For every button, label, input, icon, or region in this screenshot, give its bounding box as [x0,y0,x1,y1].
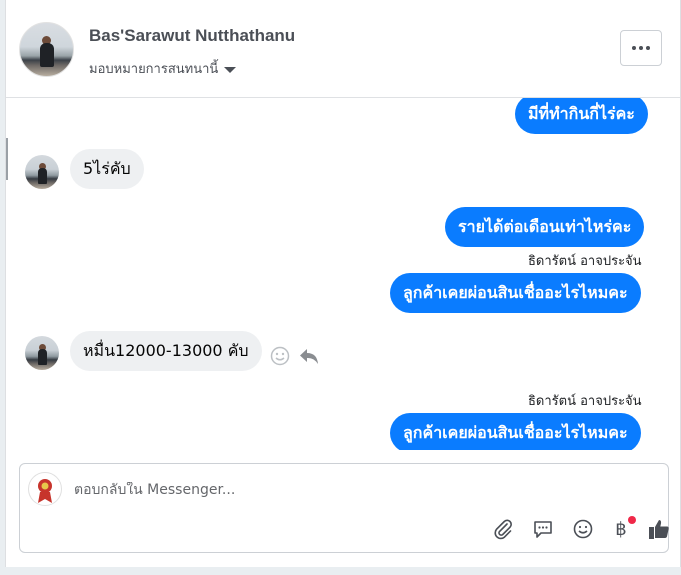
contact-avatar[interactable] [25,155,59,189]
conversation-panel: Bas'Sarawut Nutthathanu มอบหมายการสนทนาน… [5,0,681,567]
assign-label: มอบหมายการสนทนานี้ [89,61,219,76]
smiley-icon[interactable] [270,346,290,366]
reply-icon[interactable] [298,346,320,366]
sender-name: ธิดารัตน์ อาจประจัน [528,394,642,409]
more-options-button[interactable] [620,30,662,66]
emoji-button[interactable] [570,516,596,542]
message-list[interactable]: มีที่ทำกินกี่ไร่คะ 5ไร่คับ รายได้ต่อเดือ… [6,98,680,450]
page-avatar [28,472,62,506]
more-icon [632,46,636,50]
assign-conversation-dropdown[interactable]: มอบหมายการสนทนานี้ [89,58,237,79]
attachment-icon [494,519,512,540]
thumbs-up-icon [649,520,669,539]
contact-avatar[interactable] [25,336,59,370]
baht-icon: ฿ [615,518,627,540]
chat-icon [534,521,552,538]
contact-avatar[interactable] [19,22,74,77]
like-button[interactable] [646,516,672,542]
attachment-button[interactable] [490,516,516,542]
message-outgoing[interactable]: รายได้ต่อเดือนเท่าไหร่คะ [445,207,645,247]
saved-replies-button[interactable] [530,516,556,542]
sender-name: ธิดารัตน์ อาจประจัน [528,254,642,269]
chevron-down-icon [224,66,237,73]
payment-button[interactable]: ฿ [608,516,636,542]
emoji-icon [573,519,593,539]
notification-dot [628,516,636,524]
reply-input[interactable] [74,482,634,498]
message-incoming[interactable]: 5ไร่คับ [70,149,144,189]
message-outgoing[interactable]: ลูกค้าเคยผ่อนสินเชื่ออะไรไหมคะ [390,273,641,313]
reply-composer: ฿ [19,463,669,553]
message-incoming[interactable]: หมื่น12000-13000 คับ [70,331,262,371]
message-actions [270,346,320,366]
message-outgoing[interactable]: มีที่ทำกินกี่ไร่คะ [515,98,648,134]
conversation-header: Bas'Sarawut Nutthathanu มอบหมายการสนทนาน… [6,0,680,98]
message-outgoing[interactable]: ลูกค้าเคยผ่อนสินเชื่ออะไรไหมคะ [390,413,641,450]
contact-name[interactable]: Bas'Sarawut Nutthathanu [89,26,295,46]
